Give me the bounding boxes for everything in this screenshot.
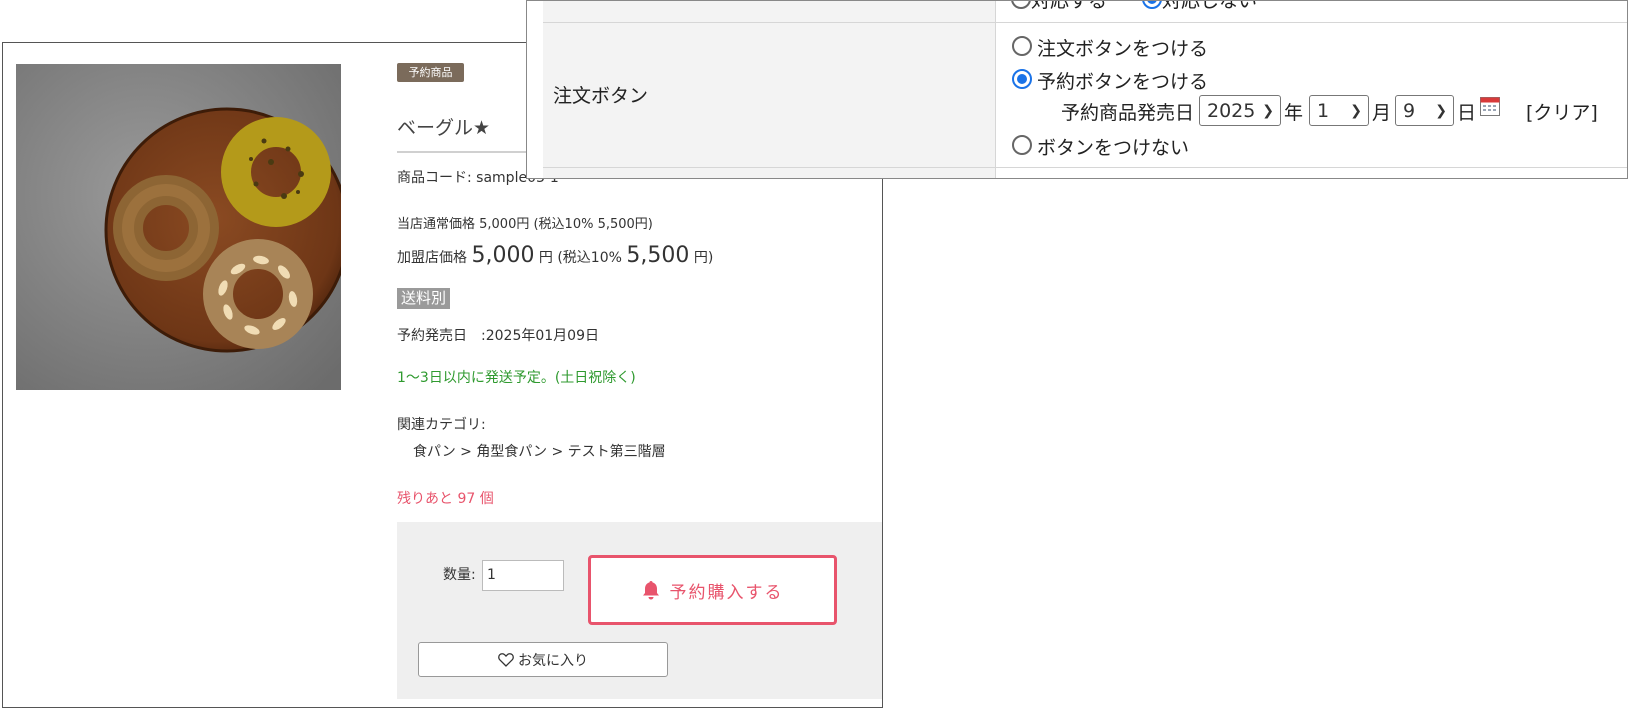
release-date: 予約発売日 :2025年01月09日 [397, 328, 599, 344]
top-row-radio-2[interactable] [1142, 1, 1162, 9]
column-divider [995, 1, 996, 178]
top-row-option-1: 対応する [1031, 0, 1108, 12]
day-value: 9 [1403, 100, 1416, 122]
chevron-down-icon: ❯ [1262, 103, 1274, 119]
order-button-label: 注文ボタン [553, 85, 649, 107]
month-value: 1 [1317, 100, 1330, 122]
day-unit: 日 [1457, 102, 1477, 124]
year-value: 2025 [1207, 100, 1256, 122]
release-date-label: 予約商品発売日 [1061, 102, 1195, 124]
bell-icon [642, 581, 659, 600]
radio-order-button[interactable] [1012, 36, 1032, 56]
member-price-label: 加盟店価格 [397, 250, 467, 266]
option-order-button[interactable]: 注文ボタンをつける [1037, 34, 1208, 61]
heart-icon [498, 652, 514, 667]
radio-no-button[interactable] [1012, 135, 1032, 155]
option-no-button[interactable]: ボタンをつけない [1037, 133, 1189, 160]
month-unit: 月 [1372, 102, 1392, 124]
category-label: 関連カテゴリ: [397, 417, 486, 433]
category-breadcrumb[interactable]: 食パン > 角型食パン > テスト第三階層 [413, 441, 666, 461]
purchase-box: 数量: 1 予約購入する お気に入り [397, 522, 882, 699]
member-price-unit: 円 [538, 250, 553, 266]
favorite-button[interactable]: お気に入り [418, 642, 668, 677]
year-unit: 年 [1284, 102, 1304, 124]
top-row-option-2: 対応しない [1162, 0, 1258, 12]
top-row-label-cell [543, 1, 995, 22]
regular-price: 当店通常価格 5,000円 (税込10% 5,500円) [397, 217, 653, 232]
tax-prefix: (税込10% [557, 250, 622, 266]
day-select[interactable]: 9 ❯ [1395, 95, 1454, 126]
month-select[interactable]: 1 ❯ [1309, 95, 1369, 126]
reserve-purchase-button[interactable]: 予約購入する [588, 555, 837, 625]
member-price-tax-unit: 円) [693, 250, 714, 266]
stock-remaining: 残りあと 97 個 [397, 491, 494, 507]
clear-date-link[interactable]: [クリア] [1526, 98, 1598, 125]
chevron-down-icon: ❯ [1435, 103, 1447, 119]
favorite-label: お気に入り [518, 652, 588, 669]
product-title: ベーグル★ [397, 117, 491, 139]
member-price-tax-value: 5,500 [626, 243, 690, 268]
year-select[interactable]: 2025 ❯ [1199, 95, 1281, 126]
radio-reserve-button[interactable] [1012, 69, 1032, 89]
shipping-badge: 送料別 [397, 288, 450, 309]
calendar-icon[interactable] [1480, 97, 1500, 116]
option-reserve-button[interactable]: 予約ボタンをつける [1037, 67, 1208, 94]
chevron-down-icon: ❯ [1350, 103, 1362, 119]
member-price: 加盟店価格 5,000 円 (税込10% 5,500 円) [397, 243, 713, 268]
product-image [16, 64, 341, 390]
admin-settings-form: 対応する 対応しない 注文ボタン 注文ボタンをつける 予約ボタンをつける 予約商… [526, 0, 1628, 179]
quantity-label: 数量: [443, 567, 476, 583]
member-price-value: 5,000 [471, 243, 535, 268]
next-row-label-cell [543, 168, 995, 178]
preorder-badge: 予約商品 [397, 63, 464, 82]
shipping-note: 1〜3日以内に発送予定。(土日祝除く) [397, 370, 636, 386]
quantity-input[interactable]: 1 [482, 560, 564, 591]
reserve-purchase-label: 予約購入する [669, 582, 784, 603]
top-row-radio-1[interactable] [1011, 1, 1031, 9]
